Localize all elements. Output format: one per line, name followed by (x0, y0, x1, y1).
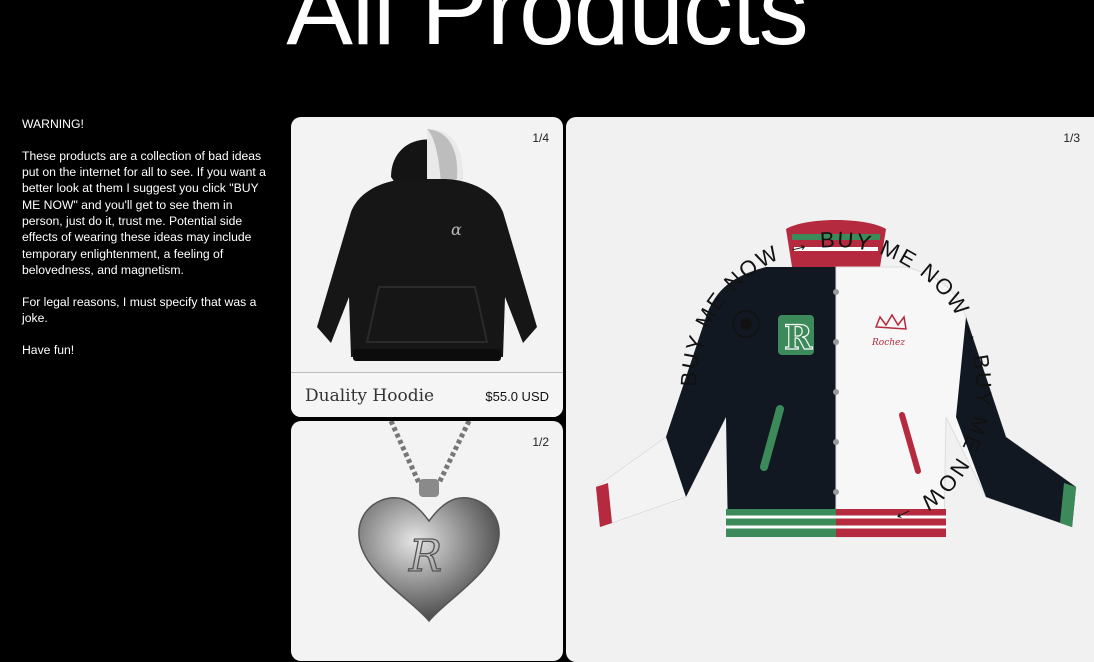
page-title: All Products (286, 0, 809, 66)
product-card-duality-hoodie[interactable]: α 1/4 Duality Hoodie $55.0 USD (291, 117, 563, 417)
warning-heading: WARNING! (22, 117, 84, 131)
legal-note: For legal reasons, I must specify that w… (22, 294, 257, 325)
warning-body: These products are a collection of bad i… (22, 148, 266, 277)
image-counter: 1/3 (1063, 131, 1080, 145)
product-card-heart-locket[interactable]: R 1/2 (291, 421, 563, 661)
svg-text:R: R (784, 318, 813, 358)
image-counter: 1/2 (532, 435, 549, 449)
product-price: $55.0 USD (485, 389, 549, 404)
varsity-jacket-image: R Rochez BUY ME NOW → BUY ME NOW → BUY M… (596, 220, 1077, 538)
image-counter: 1/4 (532, 131, 549, 145)
svg-text:α: α (451, 220, 462, 239)
signoff-text: Have fun! (22, 342, 75, 357)
product-card-varsity-jacket[interactable]: R Rochez BUY ME NOW → BUY ME NOW → BUY M… (566, 117, 1094, 662)
svg-text:Rochez: Rochez (871, 338, 905, 348)
hoodie-image: α (317, 129, 537, 361)
warning-notice: WARNING! These products are a collection… (22, 116, 270, 374)
svg-text:R: R (408, 531, 442, 582)
product-name[interactable]: Duality Hoodie (305, 386, 434, 406)
product-info-bar[interactable]: Duality Hoodie $55.0 USD (291, 372, 563, 417)
heart-locket-image: R (358, 421, 500, 623)
